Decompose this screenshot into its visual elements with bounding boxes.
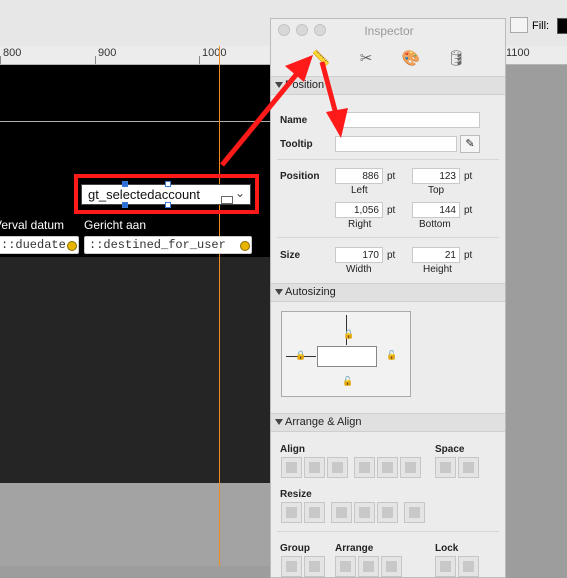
annotation-arrow [220, 68, 302, 167]
annotation-arrows [220, 55, 348, 167]
annotation-arrow-head [326, 108, 348, 138]
annotation-arrow [319, 61, 340, 119]
annotation-arrow-head [285, 55, 313, 82]
